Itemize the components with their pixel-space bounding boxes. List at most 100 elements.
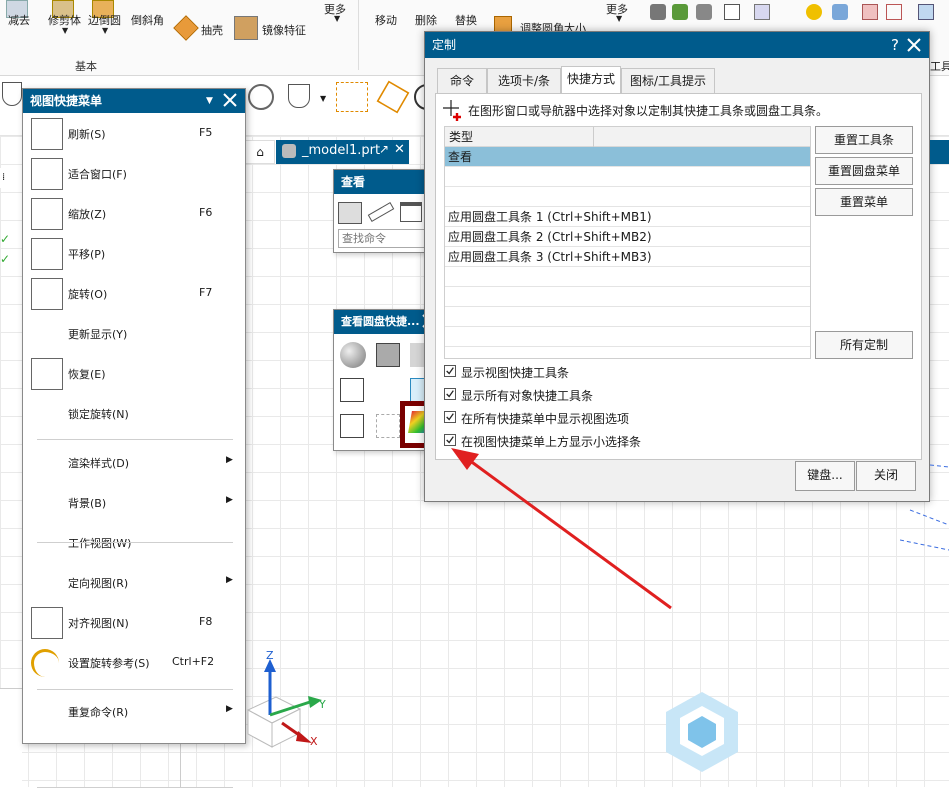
keyboard-button[interactable]: 键盘... xyxy=(795,461,855,491)
list-item[interactable] xyxy=(445,327,810,347)
list-item[interactable] xyxy=(445,267,810,287)
reset-toolbar-button[interactable]: 重置工具条 xyxy=(815,126,913,154)
menu-item-refresh[interactable]: 刷新(S) F5 xyxy=(23,116,245,152)
home-icon[interactable]: ⌂ xyxy=(245,140,275,164)
reset-radial-button[interactable]: 重置圆盘菜单 xyxy=(815,157,913,185)
shortcut-type-list[interactable]: 类型 查看 应用圆盘工具条 1 (Ctrl+Shift+MB1) 应用圆盘工具条 2… xyxy=(444,126,811,359)
copy-icon[interactable] xyxy=(724,4,740,20)
menu-options-icon[interactable]: ▼ xyxy=(206,89,213,113)
coin-icon[interactable] xyxy=(806,4,822,20)
dropdown-arrow-icon[interactable]: ▼ xyxy=(616,14,622,23)
part-icon xyxy=(282,144,296,158)
ribbon-tools-label[interactable]: 工具 xyxy=(930,58,949,74)
menu-item-orient-view[interactable]: 定向视图(R) ▶ xyxy=(23,565,245,601)
ribbon-chamfer[interactable]: 倒斜角 xyxy=(131,12,164,28)
menu-item-repeat-command[interactable]: 重复命令(R) ▶ xyxy=(23,694,245,730)
menu-item-pan[interactable]: 平移(P) xyxy=(23,236,245,272)
menu-item-label: 工作视图(W) xyxy=(68,537,132,550)
triangle-icon[interactable] xyxy=(886,4,902,20)
menu-item-label: 锁定旋转(N) xyxy=(68,408,129,421)
tab-icons-tooltips[interactable]: 图标/工具提示 xyxy=(621,68,715,94)
side-tab[interactable] xyxy=(930,140,949,164)
shaded-cube-icon[interactable] xyxy=(338,202,362,224)
menu-item-work-view[interactable]: 工作视图(W) xyxy=(23,525,245,561)
window-icon[interactable] xyxy=(400,202,422,222)
checkbox-label[interactable]: 显示视图快捷工具条 xyxy=(461,364,569,381)
ribbon-shell[interactable]: 抽壳 xyxy=(201,22,223,38)
dropdown-arrow-icon[interactable]: ▼ xyxy=(62,26,68,35)
watermark-logo-icon xyxy=(666,692,738,772)
shortcuts-tab-body: 在图形窗口或导航器中选择对象以定制其快捷工具条或圆盘工具条。 类型 查看 应用圆盘… xyxy=(435,93,922,460)
mirror-feature-icon[interactable] xyxy=(234,16,258,40)
align-view-icon[interactable] xyxy=(340,378,364,402)
resize-blend-icon[interactable] xyxy=(494,16,512,32)
fit-window-icon[interactable] xyxy=(340,414,364,438)
tab-shortcuts[interactable]: 快捷方式 xyxy=(561,66,621,94)
check-geometry-icon[interactable] xyxy=(672,4,688,20)
checkbox-label[interactable]: 在所有快捷菜单中显示视图选项 xyxy=(461,410,629,427)
list-item[interactable]: 应用圆盘工具条 3 (Ctrl+Shift+MB3) xyxy=(445,247,810,267)
hidden-edges-icon[interactable] xyxy=(376,414,400,438)
menu-item-lock-rotation[interactable]: 锁定旋转(N) xyxy=(23,396,245,432)
menu-item-label: 重复命令(R) xyxy=(68,706,129,719)
dropdown-arrow-icon[interactable]: ▼ xyxy=(334,14,340,23)
filter-icon-2[interactable] xyxy=(288,84,310,108)
checkbox[interactable] xyxy=(444,411,456,423)
cube-edges-icon[interactable] xyxy=(376,343,400,367)
ribbon-mirror-feature[interactable]: 镜像特征 xyxy=(262,22,306,38)
ribbon-delete[interactable]: 删除 xyxy=(415,12,437,28)
list-item[interactable] xyxy=(445,187,810,207)
menu-item-fit[interactable]: 适合窗口(F) xyxy=(23,156,245,192)
list-item[interactable] xyxy=(445,167,810,187)
menu-item-render-style[interactable]: 渲染样式(D) ▶ xyxy=(23,445,245,481)
check-icon: ✓ xyxy=(0,252,11,266)
menu-item-rotate[interactable]: 旋转(O) F7 xyxy=(23,276,245,312)
checkbox[interactable] xyxy=(444,388,456,400)
link-icon[interactable] xyxy=(248,84,274,110)
measure-icon[interactable] xyxy=(696,4,712,20)
shell-icon[interactable] xyxy=(173,15,199,41)
ribbon-group-label: 基本 xyxy=(75,60,97,73)
pin-icon[interactable]: ↗ xyxy=(379,142,389,156)
menu-item-update-display[interactable]: 更新显示(Y) xyxy=(23,316,245,352)
list-item[interactable]: 查看 xyxy=(445,147,810,167)
ribbon-replace[interactable]: 替换 xyxy=(455,12,477,28)
menu-item-zoom[interactable]: 缩放(Z) F6 xyxy=(23,196,245,232)
ribbon-subtract[interactable]: 减去 xyxy=(8,12,30,28)
list-item[interactable] xyxy=(445,307,810,327)
snap-point-icon[interactable] xyxy=(336,82,368,112)
filter-icon[interactable] xyxy=(2,82,22,106)
help-icon[interactable]: ? xyxy=(891,32,899,58)
list-item[interactable]: 应用圆盘工具条 1 (Ctrl+Shift+MB1) xyxy=(445,207,810,227)
file-tab[interactable]: _model1.prt ↗ ✕ xyxy=(276,140,409,164)
dropdown-arrow-icon[interactable]: ▼ xyxy=(102,26,108,35)
tab-ribbon-bars[interactable]: 选项卡/条 xyxy=(487,68,561,94)
close-icon[interactable] xyxy=(221,91,239,109)
reset-menu-button[interactable]: 重置菜单 xyxy=(815,188,913,216)
view-menu-titlebar[interactable]: 视图快捷菜单 ▼ xyxy=(23,89,245,113)
tab-commands[interactable]: 命令 xyxy=(437,68,487,94)
dialog-titlebar[interactable]: 定制 ? xyxy=(425,32,929,58)
edit-icon[interactable] xyxy=(832,4,848,20)
ruler-icon[interactable] xyxy=(367,202,395,222)
grid-icon[interactable] xyxy=(862,4,878,20)
bars-icon[interactable] xyxy=(754,4,770,20)
menu-item-background[interactable]: 背景(B) ▶ xyxy=(23,485,245,521)
footer-divider xyxy=(180,744,181,787)
checkbox[interactable] xyxy=(444,365,456,377)
widget-icon[interactable] xyxy=(918,4,934,20)
ribbon-move[interactable]: 移动 xyxy=(375,12,397,28)
dropdown-arrow-icon[interactable]: ▼ xyxy=(320,94,326,103)
menu-item-set-rotation-ref[interactable]: 设置旋转参考(S) Ctrl+F2 xyxy=(23,645,245,681)
cube-snap-icon[interactable] xyxy=(376,80,410,114)
analysis-icon[interactable] xyxy=(650,4,666,20)
all-customizations-button[interactable]: 所有定制 xyxy=(815,331,913,359)
sphere-icon[interactable] xyxy=(340,342,366,368)
menu-item-restore[interactable]: 恢复(E) xyxy=(23,356,245,392)
close-tab-icon[interactable]: ✕ xyxy=(394,142,405,157)
close-icon[interactable] xyxy=(905,36,923,54)
list-item[interactable]: 应用圆盘工具条 2 (Ctrl+Shift+MB2) xyxy=(445,227,810,247)
menu-item-align-view[interactable]: 对齐视图(N) F8 xyxy=(23,605,245,641)
list-item[interactable] xyxy=(445,287,810,307)
checkbox-label[interactable]: 显示所有对象快捷工具条 xyxy=(461,387,593,404)
